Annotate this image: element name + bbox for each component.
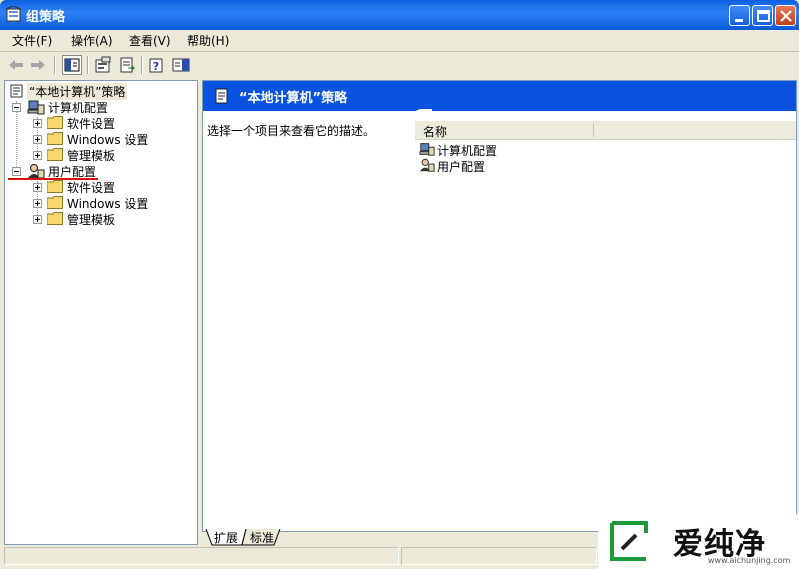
expand-toggle[interactable] [33, 151, 42, 160]
tree-item-computer-software[interactable]: 软件设置 [33, 115, 193, 131]
expand-toggle[interactable] [33, 119, 42, 128]
menu-file[interactable]: 文件(F) [12, 32, 52, 49]
description-text: 选择一个项目来查看它的描述。 [207, 124, 376, 138]
expand-toggle[interactable] [33, 215, 42, 224]
tree-item-label: 计算机配置 [48, 101, 109, 115]
minimize-icon [735, 19, 743, 22]
tree-root-local-policy[interactable]: “本地计算机”策略 [8, 83, 193, 100]
menu-help[interactable]: 帮助(H) [187, 32, 229, 49]
title-bar[interactable]: 组策略 [0, 0, 799, 30]
folder-icon [47, 196, 63, 209]
svg-text:?: ? [153, 60, 159, 73]
forward-arrow-icon[interactable] [28, 55, 48, 75]
details-header-title: “本地计算机”策略 [239, 91, 348, 106]
tree-item-computer-windows[interactable]: Windows 设置 [33, 131, 193, 147]
details-header-band: “本地计算机”策略 [203, 81, 796, 111]
policy-scroll-icon [10, 84, 23, 98]
list-column-header: 名称 [415, 121, 796, 140]
list-item-computer-config[interactable]: 计算机配置 [417, 141, 617, 158]
tree-item-label: Windows 设置 [67, 133, 149, 147]
computer-config-icon [27, 100, 45, 115]
folder-icon [47, 116, 63, 129]
show-hide-action-pane-icon[interactable] [171, 55, 191, 75]
menu-view[interactable]: 查看(V) [129, 32, 171, 49]
maximize-icon [757, 10, 770, 22]
help-icon[interactable]: ? [147, 55, 167, 75]
watermark-url: www.aichunjing.com [708, 556, 791, 565]
tree-item-user-config[interactable]: 用户配置 [12, 163, 192, 179]
tree-item-user-windows[interactable]: Windows 设置 [33, 195, 193, 211]
header-curve [412, 109, 432, 119]
expand-toggle[interactable] [33, 135, 42, 144]
tree-item-label: 软件设置 [67, 117, 116, 131]
group-policy-app-icon [5, 6, 22, 22]
column-header-name[interactable]: 名称 [423, 123, 447, 140]
show-hide-tree-button[interactable] [62, 55, 82, 75]
export-list-icon[interactable] [117, 55, 137, 75]
policy-scroll-icon [215, 88, 228, 104]
watermark: 爱纯净 www.aichunjing.com [598, 514, 799, 569]
tab-extended[interactable]: 扩展 [214, 529, 238, 545]
window-title: 组策略 [26, 10, 66, 25]
console-tree-pane[interactable]: “本地计算机”策略 计算机配置 软件设置 Windows 设置 管理模板 用户配… [4, 80, 198, 545]
back-arrow-icon[interactable] [6, 55, 26, 75]
folder-icon [47, 132, 63, 145]
tree-item-label: 软件设置 [67, 181, 116, 195]
aichunjing-logo-icon [610, 521, 648, 561]
expand-toggle[interactable] [33, 183, 42, 192]
folder-icon [47, 148, 63, 161]
minimize-button[interactable] [729, 5, 750, 26]
user-config-icon [28, 164, 45, 179]
toolbar-divider [54, 56, 56, 74]
tree-item-user-software[interactable]: 软件设置 [33, 179, 193, 195]
collapse-toggle[interactable] [12, 167, 21, 176]
details-pane: “本地计算机”策略 选择一个项目来查看它的描述。 名称 计算机配置 用户配置 [202, 80, 797, 532]
properties-icon[interactable] [93, 55, 113, 75]
list-item-user-config[interactable]: 用户配置 [417, 157, 617, 174]
close-button[interactable] [775, 5, 796, 26]
folder-icon [47, 180, 63, 193]
tree-root-label: “本地计算机”策略 [27, 83, 128, 100]
tree-item-computer-templates[interactable]: 管理模板 [33, 147, 193, 163]
column-separator[interactable] [593, 123, 594, 137]
tree-item-label: Windows 设置 [67, 197, 149, 211]
status-cell [401, 547, 597, 565]
expand-toggle[interactable] [33, 199, 42, 208]
group-policy-window: 组策略 文件(F) 操作(A) 查看(V) 帮助(H) ? “本地计算机”策略 … [0, 0, 799, 569]
tree-item-label: 管理模板 [67, 213, 116, 227]
folder-icon [47, 212, 63, 225]
status-cell [4, 547, 399, 565]
toolbar: ? [0, 52, 799, 78]
menu-bar: 文件(F) 操作(A) 查看(V) 帮助(H) [0, 30, 799, 50]
list-item-label: 用户配置 [437, 160, 486, 174]
maximize-button[interactable] [752, 5, 773, 26]
red-underline-annotation [8, 178, 98, 180]
tab-standard[interactable]: 标准 [250, 529, 274, 545]
tree-item-user-templates[interactable]: 管理模板 [33, 211, 193, 227]
user-config-icon [419, 158, 435, 172]
toolbar-divider [87, 56, 89, 74]
toolbar-divider [141, 56, 143, 74]
menu-action[interactable]: 操作(A) [71, 32, 113, 49]
close-icon [780, 10, 792, 22]
collapse-toggle[interactable] [12, 103, 21, 112]
view-tabs: 扩展 标准 [202, 529, 602, 546]
tree-item-label: 管理模板 [67, 149, 116, 163]
console-tree-icon [64, 58, 80, 72]
tree-item-computer-config[interactable]: 计算机配置 [12, 99, 192, 115]
computer-config-icon [419, 143, 435, 156]
